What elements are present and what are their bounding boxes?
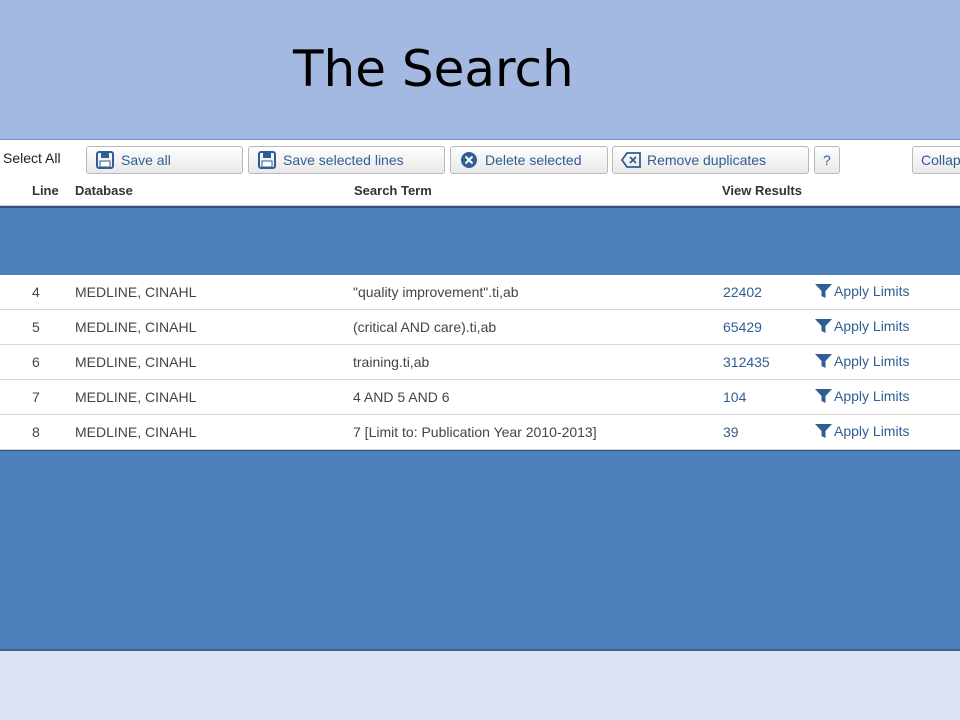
- column-header-view-results[interactable]: View Results: [722, 183, 802, 198]
- table-row[interactable]: 7 MEDLINE, CINAHL 4 AND 5 AND 6 104 Appl…: [0, 380, 960, 415]
- row-search-term: training.ti,ab: [353, 354, 430, 370]
- apply-limits-label: Apply Limits: [834, 283, 910, 299]
- apply-limits-link[interactable]: Apply Limits: [815, 423, 909, 439]
- table-row[interactable]: 4 MEDLINE, CINAHL "quality improvement".…: [0, 275, 960, 310]
- search-history-rows: 4 MEDLINE, CINAHL "quality improvement".…: [0, 275, 960, 451]
- filter-icon: [815, 388, 832, 403]
- column-header-line[interactable]: Line: [32, 183, 59, 198]
- save-all-button[interactable]: Save all: [86, 146, 243, 174]
- apply-limits-link[interactable]: Apply Limits: [815, 318, 909, 334]
- slide-footer-band: [0, 648, 960, 720]
- filter-icon: [815, 353, 832, 368]
- row-line-number: 4: [32, 284, 40, 300]
- remove-duplicates-label: Remove duplicates: [647, 152, 767, 168]
- save-selected-lines-button[interactable]: Save selected lines: [248, 146, 445, 174]
- table-header: Line Database Search Term View Results: [0, 179, 960, 206]
- save-selected-lines-label: Save selected lines: [283, 152, 404, 168]
- apply-limits-link[interactable]: Apply Limits: [815, 283, 909, 299]
- filter-icon: [815, 423, 832, 438]
- remove-duplicates-button[interactable]: Remove duplicates: [612, 146, 809, 174]
- row-results-link[interactable]: 65429: [723, 319, 762, 335]
- row-search-term: 4 AND 5 AND 6: [353, 389, 450, 405]
- save-icon: [257, 151, 277, 169]
- apply-limits-label: Apply Limits: [834, 423, 910, 439]
- delete-icon: [459, 151, 479, 169]
- row-database: MEDLINE, CINAHL: [75, 389, 197, 405]
- row-line-number: 5: [32, 319, 40, 335]
- row-results-link[interactable]: 104: [723, 389, 746, 405]
- rows-divider: [0, 450, 960, 451]
- row-search-term: (critical AND care).ti,ab: [353, 319, 497, 335]
- help-label: ?: [823, 152, 831, 168]
- filter-icon: [815, 283, 832, 298]
- row-line-number: 7: [32, 389, 40, 405]
- table-row[interactable]: 8 MEDLINE, CINAHL 7 [Limit to: Publicati…: [0, 415, 960, 450]
- remove-duplicates-icon: [621, 151, 641, 169]
- apply-limits-link[interactable]: Apply Limits: [815, 388, 909, 404]
- row-search-term: "quality improvement".ti,ab: [353, 284, 519, 300]
- row-line-number: 8: [32, 424, 40, 440]
- table-row[interactable]: 5 MEDLINE, CINAHL (critical AND care).ti…: [0, 310, 960, 345]
- collapse-button[interactable]: Collap: [912, 146, 960, 174]
- row-search-term: 7 [Limit to: Publication Year 2010-2013]: [353, 424, 597, 440]
- apply-limits-label: Apply Limits: [834, 318, 910, 334]
- table-row[interactable]: 6 MEDLINE, CINAHL training.ti,ab 312435 …: [0, 345, 960, 380]
- delete-selected-button[interactable]: Delete selected: [450, 146, 608, 174]
- row-database: MEDLINE, CINAHL: [75, 319, 197, 335]
- row-results-link[interactable]: 22402: [723, 284, 762, 300]
- select-all-link[interactable]: Select All: [3, 150, 61, 166]
- row-results-link[interactable]: 39: [723, 424, 739, 440]
- delete-selected-label: Delete selected: [485, 152, 582, 168]
- apply-limits-link[interactable]: Apply Limits: [815, 353, 909, 369]
- collapse-label: Collap: [921, 152, 960, 168]
- save-all-label: Save all: [121, 152, 171, 168]
- column-header-database[interactable]: Database: [75, 183, 133, 198]
- row-database: MEDLINE, CINAHL: [75, 354, 197, 370]
- row-database: MEDLINE, CINAHL: [75, 424, 197, 440]
- row-database: MEDLINE, CINAHL: [75, 284, 197, 300]
- save-icon: [95, 151, 115, 169]
- slide-title: The Search: [293, 40, 574, 98]
- row-results-link[interactable]: 312435: [723, 354, 770, 370]
- help-button[interactable]: ?: [814, 146, 840, 174]
- filter-icon: [815, 318, 832, 333]
- column-header-search-term[interactable]: Search Term: [354, 183, 432, 198]
- apply-limits-label: Apply Limits: [834, 388, 910, 404]
- search-history-panel: Select All Save all Save selected lines …: [0, 139, 960, 651]
- collapsed-rows-area: [0, 206, 960, 275]
- row-line-number: 6: [32, 354, 40, 370]
- apply-limits-label: Apply Limits: [834, 353, 910, 369]
- search-history-toolbar: Select All Save all Save selected lines …: [0, 139, 960, 180]
